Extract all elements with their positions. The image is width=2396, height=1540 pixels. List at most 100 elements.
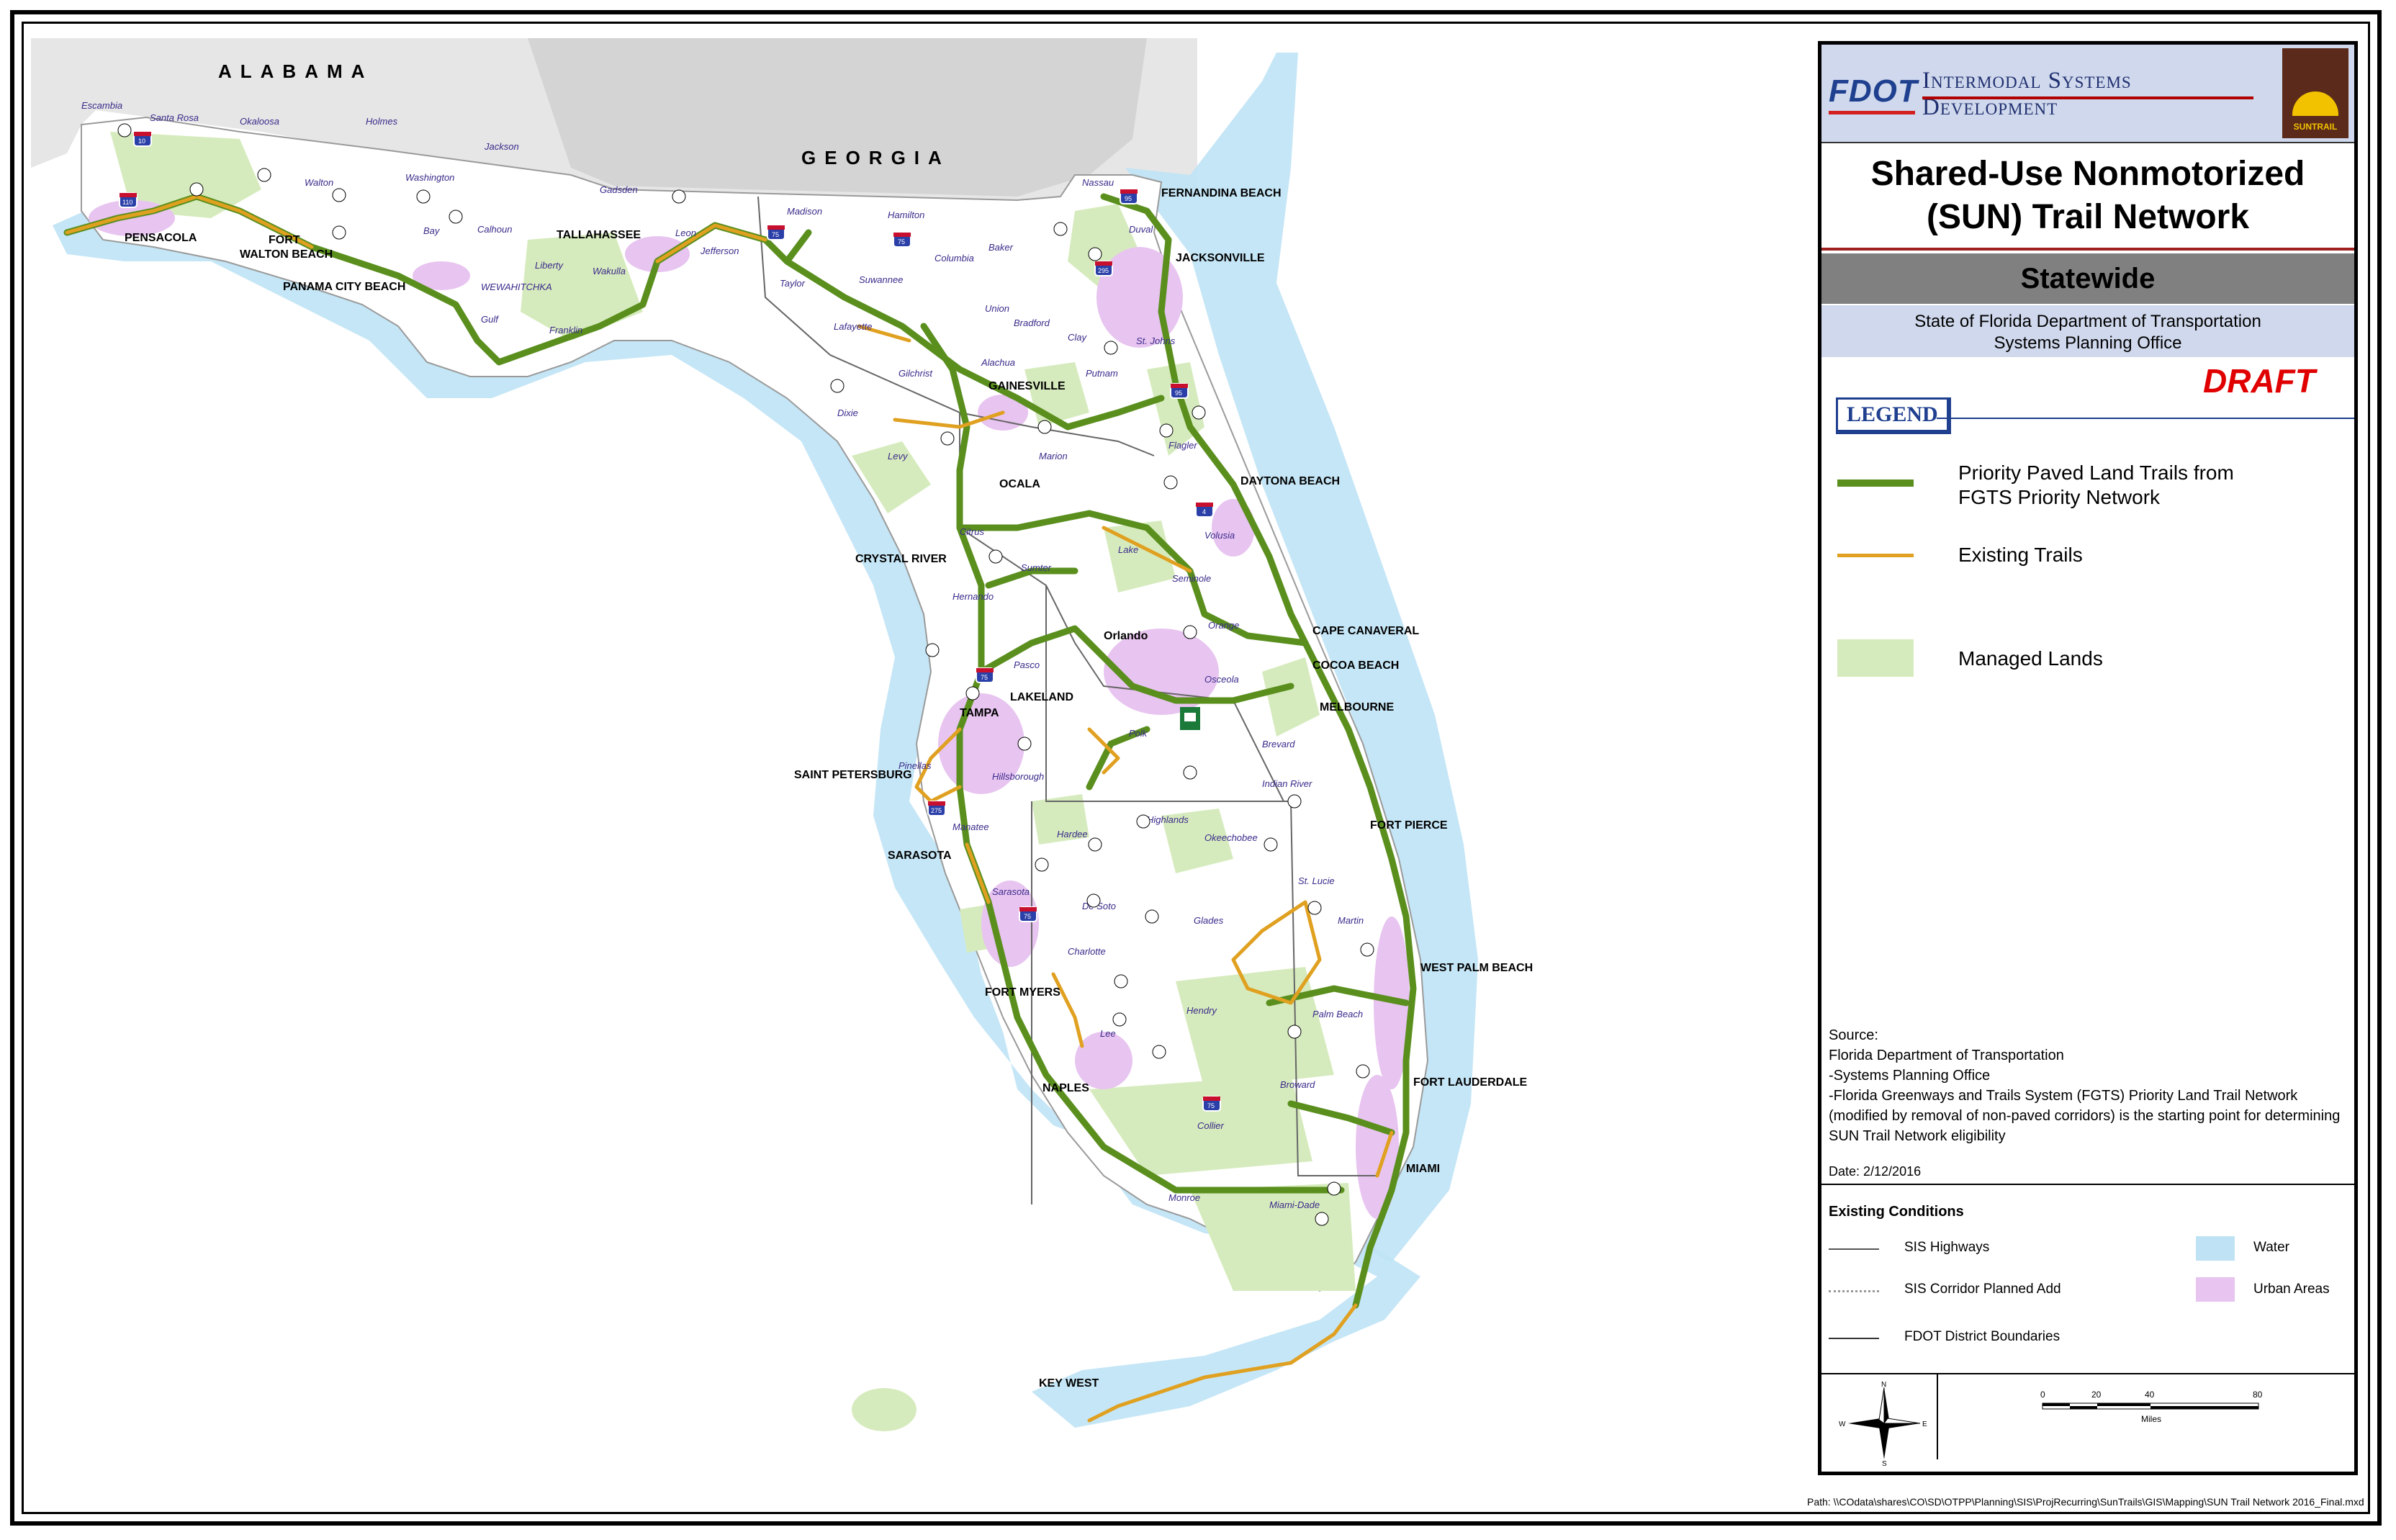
- svg-text:75: 75: [1024, 913, 1031, 920]
- svg-text:Bradford: Bradford: [1014, 318, 1050, 328]
- source-notes: Source: Florida Department of Transporta…: [1829, 1025, 2351, 1146]
- svg-text:Franklin: Franklin: [549, 325, 582, 336]
- city-fort-myers: FORT MYERS: [985, 986, 1060, 999]
- map-date: Date: 2/12/2016: [1829, 1164, 1922, 1179]
- legend-rule: [1937, 418, 2354, 419]
- svg-text:Brevard: Brevard: [1262, 739, 1295, 749]
- fdot-logo-underline: [1829, 111, 1915, 114]
- legend-title: LEGEND: [1836, 397, 1951, 434]
- svg-text:Miami-Dade: Miami-Dade: [1269, 1199, 1320, 1210]
- city-pensacola: PENSACOLA: [125, 232, 197, 244]
- svg-text:Alachua: Alachua: [981, 357, 1015, 368]
- svg-text:Holmes: Holmes: [366, 116, 398, 127]
- svg-text:Duval: Duval: [1129, 224, 1153, 235]
- svg-text:Charlotte: Charlotte: [1068, 946, 1106, 957]
- panel-header: FDOT Intermodal Systems Development SUNT…: [1821, 45, 2354, 143]
- scale-unit: Miles: [2141, 1414, 2161, 1424]
- suntrail-logo: SUNTRAIL: [2282, 48, 2348, 138]
- title-rule: [1821, 248, 2354, 251]
- legend-label-district-boundaries: FDOT District Boundaries: [1904, 1329, 2061, 1344]
- svg-text:Walton: Walton: [305, 177, 333, 188]
- city-daytona-beach: DAYTONA BEACH: [1240, 475, 1340, 487]
- scale-tick-0: 0: [2040, 1390, 2045, 1400]
- scope-bar: Statewide: [1821, 253, 2354, 304]
- compass-s: S: [1882, 1460, 1887, 1467]
- city-fort-pierce: FORT PIERCE: [1370, 819, 1448, 832]
- office-name-rule: [1922, 96, 2253, 99]
- svg-text:275: 275: [931, 807, 942, 814]
- source-line-3: -Florida Greenways and Trails System (FG…: [1829, 1088, 2341, 1144]
- city-lakeland: LAKELAND: [1010, 691, 1073, 703]
- source-line-2: -Systems Planning Office: [1829, 1068, 1991, 1084]
- city-fernandina-beach: FERNANDINA BEACH: [1161, 187, 1282, 199]
- map-info-panel: FDOT Intermodal Systems Development SUNT…: [1818, 41, 2358, 1475]
- scale-bar: 0 20 40 80 Miles: [2040, 1390, 2263, 1424]
- svg-text:Sumter: Sumter: [1021, 562, 1052, 573]
- section-rule-1: [1821, 1184, 2354, 1185]
- scale-tick-40: 40: [2145, 1390, 2155, 1400]
- svg-text:Columbia: Columbia: [934, 253, 974, 264]
- sun-icon: [2292, 91, 2338, 116]
- svg-text:Jefferson: Jefferson: [700, 246, 739, 256]
- svg-text:75: 75: [898, 238, 905, 246]
- city-crystal-river: CRYSTAL RIVER: [855, 553, 947, 565]
- compass-e: E: [1922, 1420, 1927, 1428]
- source-line-1: Florida Department of Transportation: [1829, 1048, 2064, 1063]
- svg-text:Okeechobee: Okeechobee: [1204, 832, 1258, 843]
- compass-n: N: [1881, 1381, 1886, 1389]
- svg-text:Suwannee: Suwannee: [859, 274, 903, 285]
- legend-label-priority-trails: Priority Paved Land Trails from FGTS Pri…: [1958, 461, 2234, 508]
- svg-text:Lafayette: Lafayette: [834, 321, 873, 332]
- legend-label-sis-corridor: SIS Corridor Planned Add: [1904, 1282, 2061, 1297]
- legend-swatch-managed-lands: [1837, 639, 1914, 677]
- svg-text:Gulf: Gulf: [481, 314, 499, 325]
- city-cape-canaveral: CAPE CANAVERAL: [1312, 625, 1419, 637]
- svg-text:110: 110: [122, 199, 132, 206]
- legend-swatch-sis-highways: [1829, 1248, 1879, 1250]
- city-fort-lauderdale: FORT LAUDERDALE: [1413, 1076, 1528, 1089]
- legend-swatch-sis-corridor: [1829, 1290, 1879, 1292]
- legend-swatch-water: [2196, 1236, 2235, 1261]
- svg-text:4: 4: [1202, 508, 1206, 515]
- svg-text:Marion: Marion: [1039, 451, 1068, 461]
- city-naples: NAPLES: [1042, 1082, 1089, 1094]
- city-ocala: OCALA: [999, 478, 1040, 490]
- svg-text:Nassau: Nassau: [1082, 177, 1114, 188]
- svg-text:Washington: Washington: [405, 172, 454, 183]
- georgia-area: [528, 38, 1147, 197]
- svg-text:75: 75: [772, 231, 779, 238]
- svg-text:Polk: Polk: [1129, 728, 1148, 739]
- legend-label-existing-trails: Existing Trails: [1958, 544, 2083, 566]
- svg-text:Santa Rosa: Santa Rosa: [150, 112, 199, 123]
- svg-text:295: 295: [1098, 267, 1109, 274]
- svg-text:75: 75: [1207, 1102, 1215, 1109]
- city-melbourne: MELBOURNE: [1320, 701, 1394, 713]
- draft-stamp: DRAFT: [2203, 362, 2315, 400]
- svg-text:Highlands: Highlands: [1147, 814, 1189, 825]
- svg-text:Jackson: Jackson: [484, 141, 519, 152]
- suntrail-logo-text: SUNTRAIL: [2293, 122, 2338, 132]
- svg-text:Manatee: Manatee: [952, 821, 989, 832]
- svg-text:95: 95: [1175, 389, 1182, 397]
- city-key-west: KEY WEST: [1039, 1377, 1099, 1390]
- city-fort-walton-beach: FORT: [269, 234, 300, 246]
- city-west-palm-beach: WEST PALM BEACH: [1420, 962, 1533, 974]
- map-title: Shared-Use Nonmotorized (SUN) Trail Netw…: [1821, 153, 2354, 239]
- city-cocoa-beach: COCOA BEACH: [1312, 659, 1399, 672]
- svg-text:Citrus: Citrus: [960, 526, 984, 537]
- svg-text:Collier: Collier: [1197, 1120, 1225, 1131]
- state-label-georgia: GEORGIA: [801, 147, 950, 168]
- scale-tick-20: 20: [2091, 1390, 2102, 1400]
- agency-box: State of Florida Department of Transport…: [1821, 305, 2354, 357]
- existing-conditions-title: Existing Conditions: [1829, 1204, 1964, 1220]
- svg-text:St. Lucie: St. Lucie: [1298, 875, 1335, 886]
- legend-label-managed-lands: Managed Lands: [1958, 647, 2103, 670]
- svg-text:Hendry: Hendry: [1186, 1005, 1217, 1016]
- svg-text:Madison: Madison: [787, 206, 822, 217]
- agency-line-1: State of Florida Department of Transport…: [1914, 312, 2261, 331]
- svg-text:Bay: Bay: [423, 225, 441, 236]
- city-jacksonville: JACKSONVILLE: [1176, 252, 1265, 264]
- city-tampa: TAMPA: [960, 707, 999, 719]
- svg-text:St. Johns: St. Johns: [1136, 336, 1176, 346]
- svg-text:Escambia: Escambia: [81, 100, 122, 111]
